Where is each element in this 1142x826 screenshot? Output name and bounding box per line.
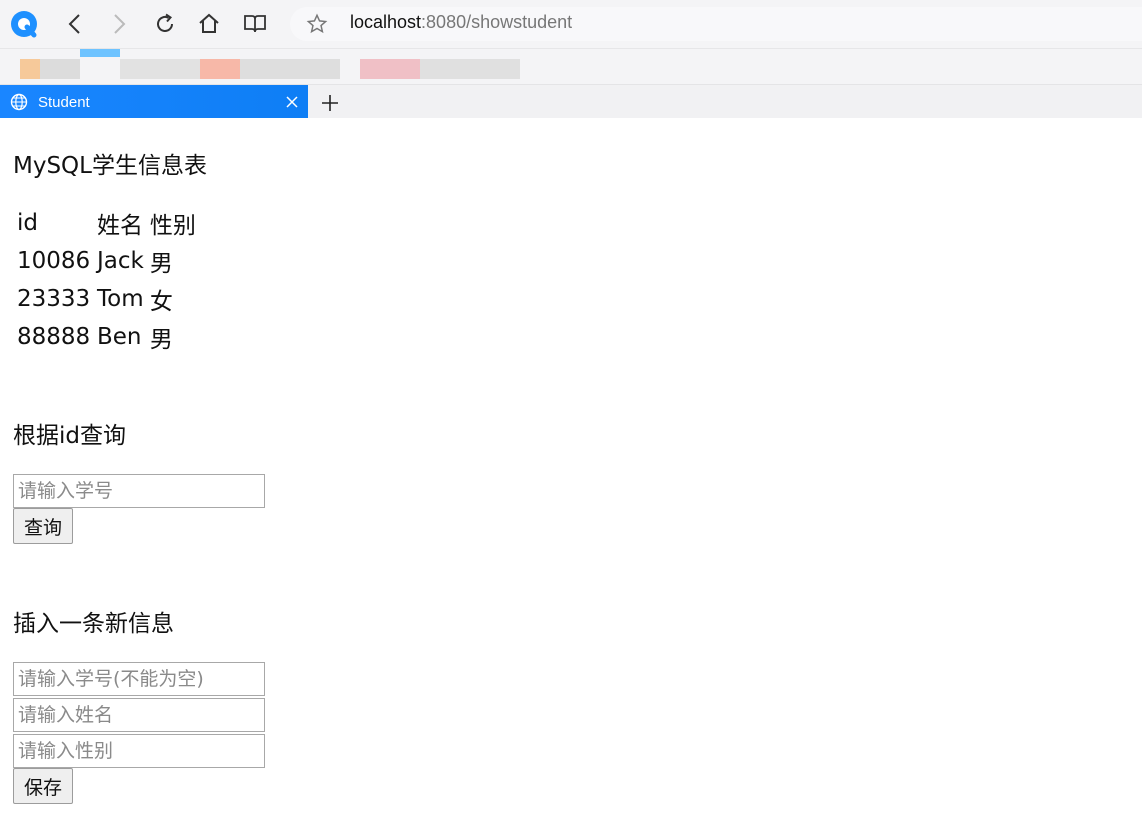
tab-student[interactable]: Student [0, 85, 308, 119]
column-header-name: 姓名 [97, 213, 143, 239]
home-icon[interactable] [194, 9, 224, 39]
insert-name-input[interactable] [13, 698, 265, 732]
bookmark-star-icon[interactable] [302, 9, 332, 39]
cell-id: 88888 [17, 324, 91, 350]
bookmark-blurred[interactable] [120, 59, 200, 79]
globe-icon [10, 93, 28, 115]
cell-name: Jack [97, 248, 144, 274]
insert-id-input[interactable] [13, 662, 265, 696]
url-host: localhost [350, 12, 422, 32]
bookmark-blurred[interactable] [40, 59, 80, 79]
insert-gender-input[interactable] [13, 734, 265, 768]
tab-strip: Student [0, 84, 1142, 119]
bookmark-blurred[interactable] [200, 59, 240, 79]
close-tab-icon[interactable] [282, 92, 302, 112]
new-tab-plus-icon[interactable] [318, 91, 342, 115]
bookmark-blurred[interactable] [20, 59, 40, 79]
bookmark-blurred[interactable] [420, 59, 520, 79]
browser-toolbar: localhost:8080/showstudent [0, 0, 1142, 48]
cell-id: 23333 [17, 286, 91, 312]
cell-name: Tom [97, 286, 144, 312]
query-heading: 根据id查询 [13, 423, 126, 449]
back-arrow-icon[interactable] [60, 9, 90, 39]
bookmarks-bar [0, 48, 1142, 84]
cell-id: 10086 [17, 248, 91, 274]
bookmark-blurred[interactable] [80, 49, 120, 57]
forward-arrow-icon[interactable] [104, 9, 134, 39]
reader-mode-icon[interactable] [240, 9, 270, 39]
cell-gender: 女 [149, 289, 173, 315]
browser-logo-icon[interactable] [8, 8, 40, 40]
cell-gender: 男 [149, 251, 173, 277]
column-header-id: id [17, 210, 38, 236]
tab-title: Student [38, 94, 90, 111]
cell-name: Ben [97, 324, 142, 350]
url-path: :8080/showstudent [421, 12, 573, 32]
table-row: 10086 Jack 男 [14, 242, 199, 280]
insert-heading: 插入一条新信息 [13, 611, 174, 637]
table-row: 23333 Tom 女 [14, 280, 199, 318]
table-heading: MySQL学生信息表 [13, 153, 207, 179]
cell-gender: 男 [149, 327, 173, 353]
column-header-gender: 性别 [149, 213, 196, 239]
bookmark-blurred[interactable] [240, 59, 340, 79]
save-button[interactable]: 保存 [13, 768, 74, 804]
table-row: 88888 Ben 男 [14, 318, 199, 356]
address-url[interactable]: localhost:8080/showstudent [350, 12, 572, 33]
student-table: id 姓名 性别 10086 Jack 男 23333 Tom 女 88888 … [14, 204, 199, 356]
page-content: MySQL学生信息表 id 姓名 性别 10086 Jack 男 23333 T… [0, 118, 1142, 826]
query-button[interactable]: 查询 [13, 508, 74, 544]
reload-icon[interactable] [150, 9, 180, 39]
query-id-input[interactable] [13, 474, 265, 508]
table-header-row: id 姓名 性别 [14, 204, 199, 242]
bookmark-blurred[interactable] [360, 59, 420, 79]
